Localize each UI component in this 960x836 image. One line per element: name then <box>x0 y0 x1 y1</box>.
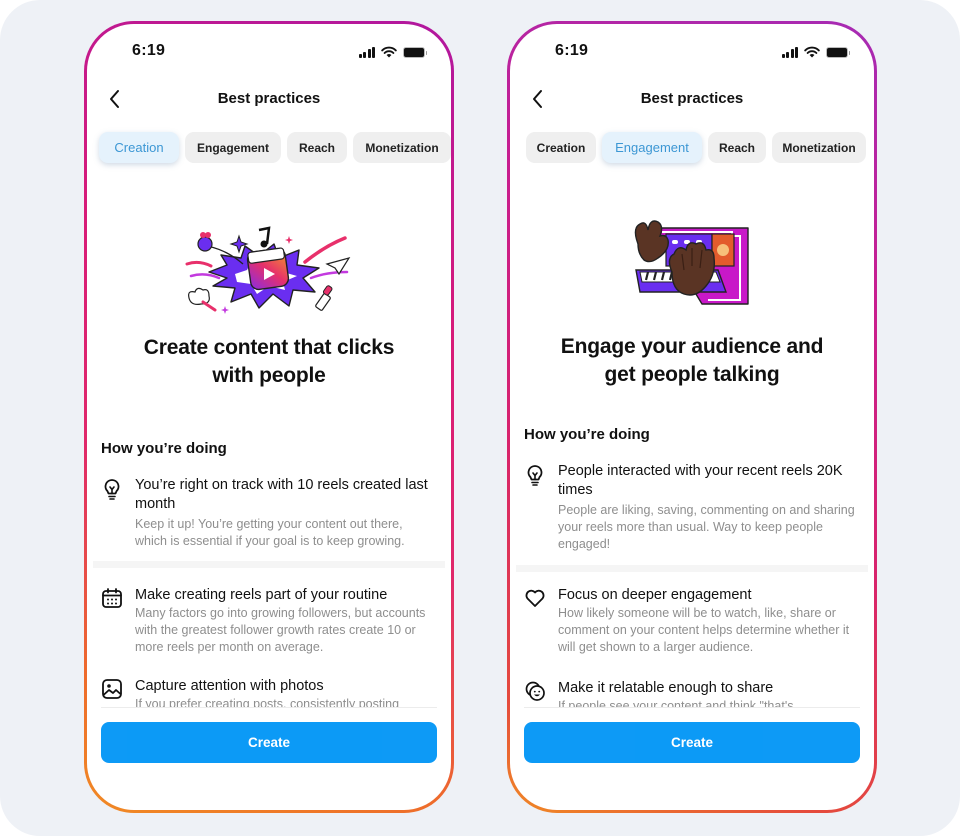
phone-creation: 6:19 Best practices Creation Engagement … <box>84 21 454 813</box>
headline-line-1: Create content that clicks <box>143 336 395 359</box>
create-button[interactable]: Create <box>524 722 860 763</box>
tip-text: Capture attention with photos If you pre… <box>135 677 399 707</box>
status-item-desc: People are liking, saving, commenting on… <box>558 503 855 551</box>
calendar-icon <box>102 588 122 608</box>
status-item: You’re right on track with 10 reels crea… <box>101 476 437 550</box>
status-icons <box>358 46 427 58</box>
reels-burst-illustration <box>87 210 451 320</box>
status-item-desc: Keep it up! You’re getting your content … <box>135 517 405 548</box>
tip-title: Make it relatable enough to share <box>558 680 774 696</box>
status-item-title: You’re right on track with 10 reels crea… <box>135 477 428 512</box>
headline: Create content that clicks with people <box>107 334 431 390</box>
tab-reach[interactable]: Reach <box>287 132 347 163</box>
cellular-signal-icon <box>358 46 375 58</box>
headline-line-2: get people talking <box>604 363 780 386</box>
tab-engagement[interactable]: Engagement <box>185 132 281 163</box>
tip-desc: If you prefer creating posts, consistent… <box>135 697 400 707</box>
tip-item[interactable]: Make creating reels part of your routine… <box>101 586 437 656</box>
tab-engagement[interactable]: Engagement <box>602 132 702 163</box>
section-heading: How you’re doing <box>101 440 227 457</box>
tip-text: Make it relatable enough to share If peo… <box>558 679 793 707</box>
phone-engagement: 6:19 Best practices Creation Engagement … <box>507 21 877 813</box>
phone-screen: 6:19 Best practices Creation Engagement … <box>510 24 874 810</box>
hands-on-keyboard-illustration <box>510 210 874 310</box>
cellular-signal-icon <box>781 46 798 58</box>
tip-title: Capture attention with photos <box>135 678 324 694</box>
tab-creation[interactable]: Creation <box>526 132 596 163</box>
lightbulb-icon <box>527 465 543 486</box>
page-title: Best practices <box>640 90 744 107</box>
footer-divider <box>101 707 437 708</box>
wifi-icon <box>381 46 397 58</box>
tip-text: Focus on deeper engagement How likely so… <box>558 586 860 656</box>
battery-icon <box>826 46 850 58</box>
status-time: 6:19 <box>132 42 166 59</box>
tip-item[interactable]: Capture attention with photos If you pre… <box>101 677 437 707</box>
status-item-text: You’re right on track with 10 reels crea… <box>135 476 437 550</box>
headline: Engage your audience and get people talk… <box>530 333 854 389</box>
status-bar: 6:19 <box>510 42 874 64</box>
tip-desc: Many factors go into growing followers, … <box>135 606 426 654</box>
page-title: Best practices <box>217 90 321 107</box>
lightbulb-icon <box>104 479 120 500</box>
status-time: 6:19 <box>555 42 589 59</box>
heart-icon <box>525 589 545 607</box>
tip-text: Make creating reels part of your routine… <box>135 586 437 656</box>
battery-icon <box>403 46 427 58</box>
create-button[interactable]: Create <box>101 722 437 763</box>
tip-title: Make creating reels part of your routine <box>135 587 388 603</box>
phone-screen: 6:19 Best practices Creation Engagement … <box>87 24 451 810</box>
headline-line-1: Engage your audience and <box>560 335 824 358</box>
nav-bar: Best practices <box>87 86 451 112</box>
section-divider <box>93 561 445 568</box>
tip-title: Focus on deeper engagement <box>558 587 752 603</box>
smiley-share-icon <box>525 681 545 701</box>
tips-list[interactable]: Make creating reels part of your routine… <box>87 572 451 707</box>
tab-bar: Creation Engagement Reach Monetization <box>526 132 874 163</box>
tip-desc: If people see your content and think "th… <box>558 699 794 707</box>
section-heading: How you’re doing <box>524 426 650 443</box>
status-item-title: People interacted with your recent reels… <box>558 463 843 498</box>
status-icons <box>781 46 850 58</box>
tip-item[interactable]: Make it relatable enough to share If peo… <box>524 679 860 707</box>
nav-bar: Best practices <box>510 86 874 112</box>
status-bar: 6:19 <box>87 42 451 64</box>
tip-desc: How likely someone will be to watch, lik… <box>558 606 850 654</box>
tab-bar: Creation Engagement Reach Monetization <box>99 132 451 163</box>
tips-list[interactable]: Focus on deeper engagement How likely so… <box>510 576 874 707</box>
tip-item[interactable]: Focus on deeper engagement How likely so… <box>524 586 860 656</box>
tab-monetization[interactable]: Monetization <box>353 132 451 163</box>
wifi-icon <box>804 46 820 58</box>
tab-monetization[interactable]: Monetization <box>772 132 866 163</box>
photo-icon <box>102 679 122 699</box>
tab-reach[interactable]: Reach <box>708 132 766 163</box>
status-item-text: People interacted with your recent reels… <box>558 462 860 553</box>
headline-line-2: with people <box>212 364 326 387</box>
section-divider <box>516 565 868 572</box>
status-item: People interacted with your recent reels… <box>524 462 860 553</box>
tab-creation[interactable]: Creation <box>99 132 179 163</box>
footer-divider <box>524 707 860 708</box>
